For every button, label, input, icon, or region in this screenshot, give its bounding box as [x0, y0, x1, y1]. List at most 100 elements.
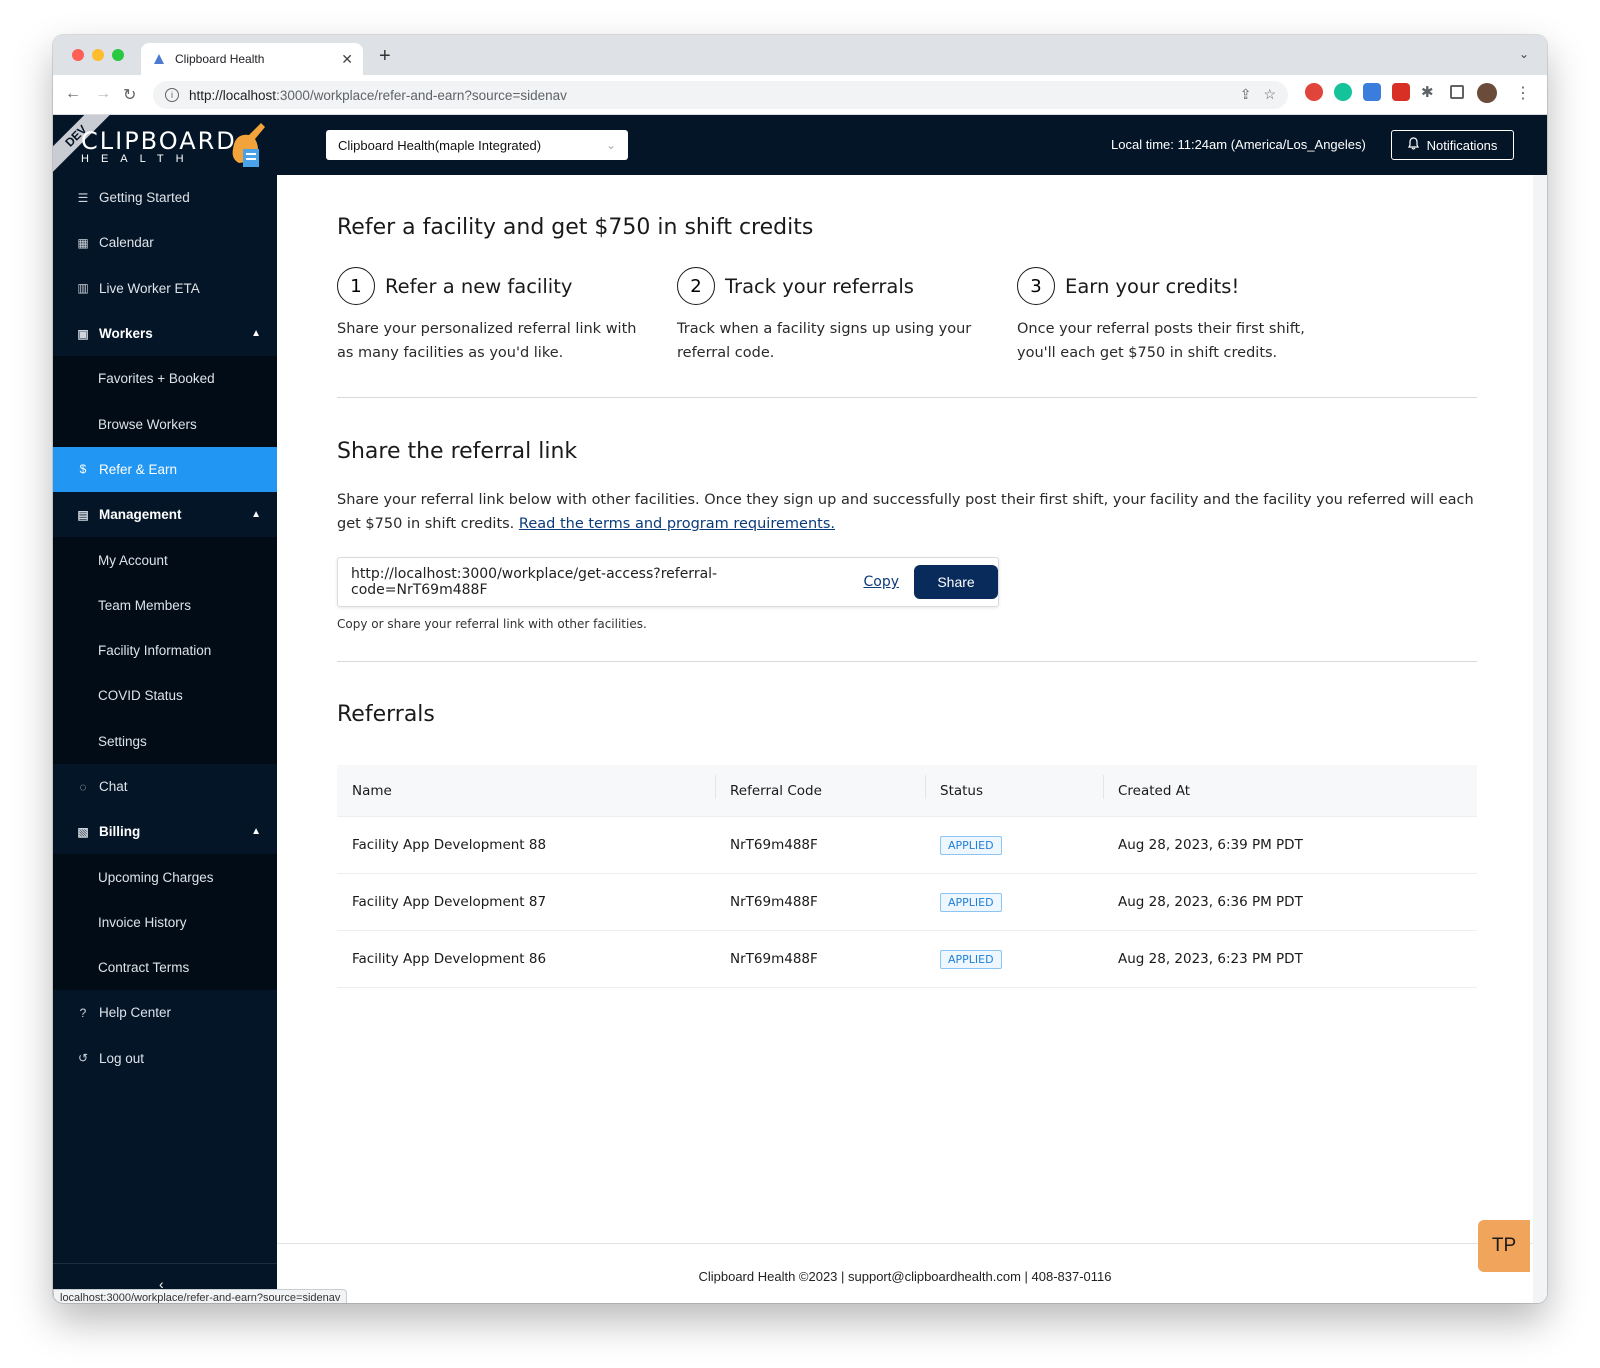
referral-helper-text: Copy or share your referral link with ot… [337, 617, 647, 631]
table-row: Facility App Development 87 NrT69m488F A… [337, 874, 1477, 931]
cell-created-at: Aug 28, 2023, 6:39 PM PDT [1103, 837, 1477, 853]
facility-select[interactable]: Clipboard Health(maple Integrated) ⌄ [326, 130, 628, 160]
sidebar-item-live-worker-eta[interactable]: ▥ Live Worker ETA [53, 266, 277, 311]
step-number: 3 [1017, 267, 1055, 305]
status-badge: APPLIED [940, 950, 1002, 969]
step-title: Refer a new facility [385, 275, 572, 298]
mascot-icon [225, 119, 271, 171]
notifications-button[interactable]: Notifications [1391, 130, 1514, 160]
table-row: Facility App Development 88 NrT69m488F A… [337, 817, 1477, 874]
tp-floating-button[interactable]: TP [1478, 1220, 1530, 1272]
sidebar: ☰Getting Started ▦Calendar ▥ Live Worker … [53, 175, 277, 1303]
address-bar[interactable]: i http://localhost:3000/workplace/refer-… [153, 81, 1288, 109]
sidebar-item-getting-started[interactable]: ☰Getting Started [53, 175, 277, 220]
sidebar-item-label: Contract Terms [98, 960, 189, 975]
reload-icon[interactable]: ↻ [123, 85, 136, 105]
cell-status: APPLIED [925, 836, 1103, 855]
puzzle-extensions-icon[interactable]: ✱ [1421, 83, 1439, 101]
browser-menu-icon[interactable]: ⋮ [1515, 83, 1531, 103]
cell-name: Facility App Development 88 [337, 837, 715, 853]
sidebar-item-label: Live Worker ETA [99, 281, 200, 296]
close-tab-icon[interactable]: ✕ [341, 51, 353, 68]
maximize-window-button[interactable] [112, 49, 124, 61]
side-panel-icon[interactable] [1450, 85, 1464, 99]
settings-extension-icon[interactable] [1363, 83, 1381, 101]
refer-title: Refer a facility and get $750 in shift c… [337, 215, 813, 240]
site-info-icon[interactable]: i [165, 88, 179, 102]
sidebar-item-label: COVID Status [98, 688, 183, 703]
new-tab-button[interactable]: + [379, 45, 391, 68]
status-badge: APPLIED [940, 893, 1002, 912]
sidebar-item-label: Upcoming Charges [98, 870, 214, 885]
share-button[interactable]: Share [914, 565, 998, 599]
sidebar-item-log-out[interactable]: ↺Log out [53, 1036, 277, 1081]
id-card-icon: ▣ [75, 327, 91, 341]
calendar-icon: ▦ [75, 236, 91, 250]
sidebar-item-label: Favorites + Booked [98, 371, 215, 386]
link-status-bar: localhost:3000/workplace/refer-and-earn?… [53, 1289, 347, 1303]
sidebar-item-help-center[interactable]: ?Help Center [53, 990, 277, 1035]
status-badge: APPLIED [940, 836, 1002, 855]
browser-tab[interactable]: Clipboard Health ✕ [141, 43, 363, 75]
forward-icon[interactable]: → [95, 85, 111, 103]
notifications-label: Notifications [1427, 138, 1498, 153]
adblock-extension-icon[interactable] [1305, 83, 1323, 101]
red-extension-icon[interactable] [1392, 83, 1410, 101]
step-description: Share your personalized referral link wi… [337, 317, 657, 365]
sidebar-item-facility-information[interactable]: Facility Information [53, 628, 277, 673]
sidebar-item-label: Help Center [99, 1005, 171, 1020]
url-path: :3000/workplace/refer-and-earn?source=si… [276, 88, 567, 103]
sidebar-item-browse-workers[interactable]: Browse Workers [53, 401, 277, 446]
referrals-table: Name Referral Code Status Created At Fac… [337, 765, 1477, 988]
share-page-icon[interactable]: ⇪ [1240, 86, 1252, 103]
sidebar-item-chat[interactable]: ◌Chat [53, 764, 277, 809]
sidebar-item-favorites-booked[interactable]: Favorites + Booked [53, 356, 277, 401]
sidebar-item-management[interactable]: ▤Management▲ [53, 492, 277, 537]
sidebar-item-label: Refer & Earn [99, 462, 177, 477]
cell-name: Facility App Development 86 [337, 951, 715, 967]
cell-name: Facility App Development 87 [337, 894, 715, 910]
billing-icon: ▧ [75, 825, 91, 839]
profile-avatar[interactable] [1477, 83, 1497, 103]
terms-link[interactable]: Read the terms and program requirements. [519, 516, 835, 532]
cell-status: APPLIED [925, 893, 1103, 912]
step-number: 1 [337, 267, 375, 305]
back-icon[interactable]: ← [65, 85, 81, 103]
copy-button[interactable]: Copy [864, 574, 900, 590]
bookmark-star-icon[interactable]: ☆ [1263, 86, 1276, 103]
sidebar-item-invoice-history[interactable]: Invoice History [53, 900, 277, 945]
sidebar-item-label: Workers [99, 326, 153, 341]
sidebar-item-refer-earn[interactable]: $Refer & Earn [53, 447, 277, 492]
chevron-up-icon: ▲ [251, 826, 261, 837]
tab-menu-icon[interactable]: ⌄ [1519, 47, 1529, 61]
minimize-window-button[interactable] [92, 49, 104, 61]
sidebar-item-settings[interactable]: Settings [53, 719, 277, 764]
sidebar-item-team-members[interactable]: Team Members [53, 583, 277, 628]
step-1: 1 Refer a new facility Share your persona… [337, 267, 657, 365]
sidebar-item-contract-terms[interactable]: Contract Terms [53, 945, 277, 990]
sidebar-item-upcoming-charges[interactable]: Upcoming Charges [53, 854, 277, 899]
chevron-down-icon: ⌄ [606, 138, 616, 152]
column-header-referral-code: Referral Code [715, 783, 925, 799]
referral-link[interactable]: http://localhost:3000/workplace/get-acce… [351, 566, 854, 598]
sidebar-item-label: Billing [99, 824, 140, 839]
sidebar-item-covid-status[interactable]: COVID Status [53, 673, 277, 718]
close-window-button[interactable] [72, 49, 84, 61]
sidebar-item-label: Getting Started [99, 190, 190, 205]
sidebar-item-my-account[interactable]: My Account [53, 537, 277, 582]
step-description: Track when a facility signs up using you… [677, 317, 997, 365]
facility-select-value: Clipboard Health(maple Integrated) [338, 138, 541, 153]
sidebar-item-billing[interactable]: ▧ Billing ▲ [53, 809, 277, 854]
referrals-title: Referrals [337, 702, 435, 727]
table-header: Name Referral Code Status Created At [337, 765, 1477, 817]
tab-bar: Clipboard Health ✕ + ⌄ [53, 35, 1547, 75]
sidebar-item-workers[interactable]: ▣Workers▲ [53, 311, 277, 356]
cell-status: APPLIED [925, 950, 1103, 969]
grammarly-extension-icon[interactable] [1334, 83, 1352, 101]
logo[interactable]: DEV CLIPBOARD HEALTH [53, 115, 277, 175]
browser-toolbar: ← → ↻ i http://localhost:3000/workplace/… [53, 75, 1547, 115]
sidebar-item-label: Facility Information [98, 643, 211, 658]
map-icon: ▥ [75, 281, 91, 295]
sidebar-item-calendar[interactable]: ▦Calendar [53, 220, 277, 265]
footer-text: Clipboard Health ©2023 | support@clipboa… [277, 1269, 1533, 1284]
